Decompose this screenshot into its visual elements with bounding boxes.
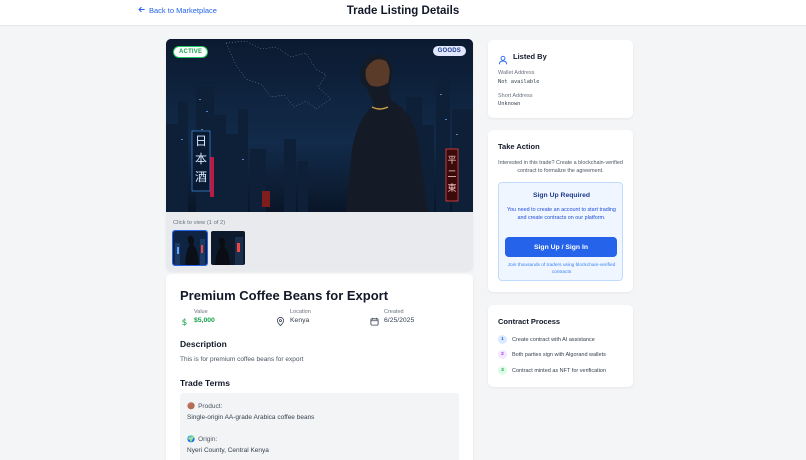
thumbnail-strip: Click to view (1 of 2) <box>166 212 473 271</box>
thumbnail-caption: Click to view (1 of 2) <box>173 220 226 226</box>
svg-text:平: 平 <box>447 155 456 166</box>
signup-signin-button[interactable]: Sign Up / Sign In <box>505 237 617 257</box>
process-step: 3 Contract minted as NFT for verificatio… <box>498 366 606 375</box>
dollar-icon: $ <box>180 313 189 328</box>
listed-by-title: Listed By <box>513 52 547 61</box>
listed-by-card: Listed By Wallet Address Not available S… <box>488 40 633 118</box>
short-address-label: Short Address <box>498 93 533 99</box>
step-number: 3 <box>498 366 507 375</box>
signup-required-box: Sign Up Required You need to create an a… <box>498 182 623 281</box>
coffee-bean-icon: 🟤 <box>187 403 196 410</box>
signup-title: Sign Up Required <box>532 192 591 199</box>
step-number: 2 <box>498 350 507 359</box>
created-date: 6/25/2025 <box>384 317 415 324</box>
signup-text: You need to create an account to start t… <box>507 207 616 222</box>
svg-text:東: 東 <box>447 182 456 194</box>
step-text: Create contract with AI assistance <box>512 336 595 343</box>
listing-title: Premium Coffee Beans for Export <box>180 288 389 303</box>
svg-text:$: $ <box>182 318 188 326</box>
svg-text:本: 本 <box>195 152 207 166</box>
term-value: Single-origin AA-grade Arabica coffee be… <box>187 414 315 421</box>
description-heading: Description <box>180 339 227 349</box>
category-badge: GOODS <box>432 46 466 56</box>
take-action-description: Interested in this trade? Create a block… <box>498 160 623 175</box>
trade-terms-heading: Trade Terms <box>180 378 230 388</box>
contract-process-card: Contract Process 1 Create contract with … <box>488 305 633 387</box>
globe-icon: 🌍 <box>187 436 196 443</box>
process-step: 1 Create contract with AI assistance <box>498 335 595 344</box>
thumbnail-1[interactable] <box>172 230 208 266</box>
value-amount: $5,000 <box>194 317 215 324</box>
take-action-title: Take Action <box>498 142 540 151</box>
wallet-address-label: Wallet Address <box>498 70 535 76</box>
thumbnail-2[interactable] <box>211 231 245 265</box>
take-action-card: Take Action Interested in this trade? Cr… <box>488 130 633 292</box>
description-text: This is for premium coffee beans for exp… <box>180 356 304 363</box>
status-badge: ACTIVE <box>173 46 209 58</box>
signup-footer: Join thousands of traders using blockcha… <box>507 263 616 276</box>
step-text: Both parties sign with Algorand wallets <box>512 351 606 358</box>
term-origin: 🌍 Origin: Nyeri County, Central Kenya <box>187 435 269 455</box>
value-meta: $ Value $5,000 <box>180 309 215 328</box>
user-icon <box>498 52 508 70</box>
term-value: Nyeri County, Central Kenya <box>187 447 269 454</box>
page-title: Trade Listing Details <box>346 5 460 17</box>
created-label: Created <box>384 309 404 315</box>
image-gallery: 日 本 酒 平 二 東 ACTIVE GOODS Click to view (… <box>166 39 473 271</box>
calendar-icon <box>370 313 379 326</box>
short-address-value: Unknown <box>498 101 521 107</box>
svg-text:日: 日 <box>195 134 207 148</box>
svg-text:酒: 酒 <box>195 170 207 184</box>
main-listing-image[interactable]: 日 本 酒 平 二 東 ACTIVE GOODS <box>166 39 473 212</box>
created-meta: Created 6/25/2025 <box>370 309 415 326</box>
value-label: Value <box>194 309 208 315</box>
step-text: Contract minted as NFT for verification <box>512 367 607 374</box>
map-pin-icon <box>276 313 285 327</box>
listing-details: Premium Coffee Beans for Export $ Value … <box>166 274 473 460</box>
svg-text:二: 二 <box>447 170 456 180</box>
term-label: Product: <box>198 402 223 410</box>
term-product: 🟤 Product: Single-origin AA-grade Arabic… <box>187 402 315 422</box>
process-step: 2 Both parties sign with Algorand wallet… <box>498 350 606 359</box>
top-bar: Back to Marketplace Trade Listing Detail… <box>0 0 806 26</box>
location-meta: Location Kenya <box>276 309 311 327</box>
step-number: 1 <box>498 335 507 344</box>
location-value: Kenya <box>290 317 310 324</box>
location-label: Location <box>290 309 311 315</box>
term-label: Origin: <box>198 435 218 443</box>
contract-process-title: Contract Process <box>498 317 561 326</box>
trade-terms-box: 🟤 Product: Single-origin AA-grade Arabic… <box>180 393 459 460</box>
wallet-address-value: Not available <box>498 79 540 85</box>
